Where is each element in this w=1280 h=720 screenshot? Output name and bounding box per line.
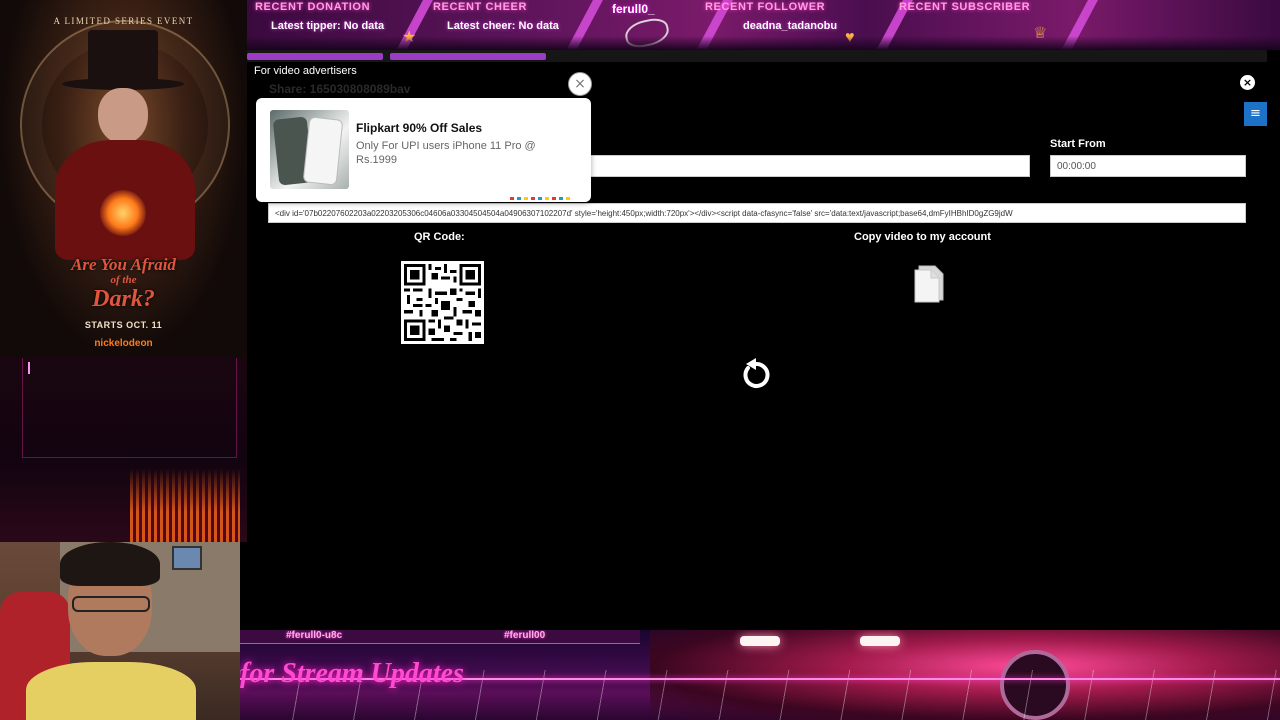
stream-top-banner: RECENT DONATION Latest tipper: No data R… [247, 0, 1280, 50]
webcam-glasses [72, 596, 150, 612]
recent-follower-value: deadna_tadanobu [743, 20, 838, 32]
ad-popup[interactable]: × Flipkart 90% Off Sales Only For UPI us… [256, 72, 592, 202]
webcam-hair [60, 542, 160, 586]
start-from-label: Start From [1050, 138, 1106, 150]
banner-divider [1050, 0, 1104, 50]
recent-subscriber-label: RECENT SUBSCRIBER [899, 1, 1031, 13]
copy-video-label: Copy video to my account [854, 231, 991, 243]
webcam-wall-picture [172, 546, 202, 570]
webcam-shirt [26, 662, 196, 720]
car-headlight [740, 636, 780, 646]
webcam-feed [0, 542, 240, 720]
stream-overlay-panel [0, 358, 247, 542]
qr-code-icon [401, 261, 484, 344]
poster-hat [88, 30, 158, 82]
document-copy-icon[interactable] [913, 262, 947, 304]
poster-tagline: A LIMITED SERIES EVENT [53, 16, 194, 26]
signature-logo [622, 15, 672, 50]
banner-divider [555, 0, 609, 50]
poster-fire [100, 190, 146, 236]
stream-screen: RECENT DONATION Latest tipper: No data R… [0, 0, 1280, 720]
social-handle-left: #ferull0-u8c [286, 630, 343, 641]
hamburger-menu-icon[interactable]: ≡ [1244, 102, 1267, 126]
qr-code-label: QR Code: [414, 231, 465, 243]
embed-code-input[interactable] [268, 203, 1246, 223]
social-handle-right: #ferull00 [504, 630, 546, 641]
close-icon[interactable]: × [1240, 75, 1255, 90]
overlay-frame [22, 358, 237, 458]
recent-donation-value: Latest tipper: No data [271, 20, 385, 32]
ad-product-image[interactable] [270, 110, 349, 189]
close-icon[interactable]: × [568, 72, 592, 96]
recent-donation-label: RECENT DONATION [255, 1, 371, 13]
reload-icon[interactable] [740, 358, 772, 392]
tab-indicator[interactable] [247, 53, 383, 60]
tv-poster-ad: A LIMITED SERIES EVENT Are You Afraid of… [0, 0, 247, 358]
stream-updates-script: for Stream Updates [240, 658, 464, 689]
trophy-icon: ♕ [1033, 25, 1048, 42]
star-icon: ★ [402, 29, 417, 46]
poster-start-date: STARTS OCT. 11 [84, 320, 163, 330]
heart-icon: ♥ [845, 29, 855, 46]
start-from-input[interactable] [1050, 155, 1246, 177]
equalizer-bars [130, 468, 240, 542]
recent-follower-label: RECENT FOLLOWER [705, 1, 826, 13]
phone-image [302, 116, 344, 186]
ad-description: Only For UPI users iPhone 11 Pro @ Rs.19… [356, 140, 536, 166]
modal-header: For video advertisers [254, 65, 357, 77]
recent-cheer-label: RECENT CHEER [433, 1, 527, 13]
share-id-text: Share: 165030808089bav [269, 82, 411, 96]
ad-brand-dots [510, 197, 570, 200]
recent-cheer-value: Latest cheer: No data [447, 20, 559, 32]
poster-network-logo: nickelodeon [94, 338, 153, 349]
streamer-name: ferull0_ [612, 2, 655, 16]
ad-title[interactable]: Flipkart 90% Off Sales [356, 121, 482, 135]
stream-bottom-banner: #ferull0-u8c #ferull00 for Stream Update… [240, 630, 1280, 720]
poster-title-line2: of the [110, 274, 137, 286]
qr-code-image [404, 264, 481, 341]
text-cursor [28, 362, 30, 374]
banner-divider [385, 0, 439, 50]
tab-indicator[interactable] [390, 53, 546, 60]
poster-title-line1: Are You Afraid [71, 255, 176, 274]
poster-face [98, 88, 148, 144]
car-headlight [860, 636, 900, 646]
poster-title-line3: Dark? [92, 286, 155, 312]
